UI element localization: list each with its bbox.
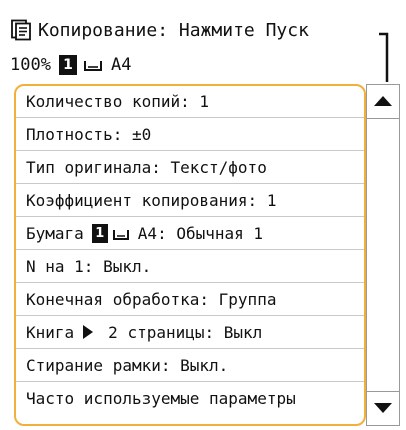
list-item-book[interactable]: Книга 2 страницы: Выкл <box>16 316 364 349</box>
triangle-down-icon <box>373 399 393 418</box>
list-item-label: N на 1: Выкл. <box>26 256 152 276</box>
paper-tray-icon <box>83 57 103 73</box>
list-item-label: Стирание рамки: Выкл. <box>26 355 229 375</box>
zoom-value: 100% <box>10 55 51 75</box>
list-item-label: Часто используемые параметры <box>26 389 296 408</box>
copy-document-icon <box>10 19 32 41</box>
list-item-label: Коэффициент копирования: 1 <box>26 190 277 210</box>
list-item-label: Бумага <box>26 223 84 243</box>
list-item-copy-ratio[interactable]: Коэффициент копирования: 1 <box>16 184 364 217</box>
list-item-original-type[interactable]: Тип оригинала: Текст/фото <box>16 151 364 184</box>
list-item-value: 2 страницы: Выкл <box>108 322 263 342</box>
arrow-right-icon <box>82 324 94 340</box>
paper-tray-badge: 1 <box>91 223 108 243</box>
paper-size: A4 <box>110 55 132 75</box>
list-item-label: Книга <box>26 322 75 342</box>
list-scrollbar[interactable] <box>366 84 400 426</box>
list-item-n-on-1[interactable]: N на 1: Выкл. <box>16 250 364 283</box>
list-item-favorite-settings[interactable]: Часто используемые параметры <box>16 382 364 415</box>
paper-tray-icon <box>112 226 130 240</box>
header-bracket-decoration <box>379 32 389 82</box>
list-item-density[interactable]: Плотность: ±0 <box>16 118 364 151</box>
header-title: Копирование: Нажмите Пуск <box>38 19 309 41</box>
list-item-label: Плотность: ±0 <box>26 124 152 144</box>
paper-tray-badge: 1 <box>58 55 77 75</box>
list-item-paper[interactable]: Бумага 1 A4: Обычная 1 <box>16 217 364 250</box>
list-item-label: Тип оригинала: Текст/фото <box>26 157 267 177</box>
header-settings-row: 100% 1 A4 <box>10 52 131 78</box>
list-item-finishing[interactable]: Конечная обработка: Группа <box>16 283 364 316</box>
header-title-row: Копирование: Нажмите Пуск <box>10 14 309 46</box>
list-item-value: A4: Обычная 1 <box>137 223 264 243</box>
scroll-down-button[interactable] <box>367 391 399 425</box>
copy-settings-list: Количество копий: 1 Плотность: ±0 Тип ор… <box>14 84 366 426</box>
scroll-up-button[interactable] <box>367 85 399 119</box>
list-item-erase-frame[interactable]: Стирание рамки: Выкл. <box>16 349 364 382</box>
list-item-label: Конечная обработка: Группа <box>26 289 277 309</box>
triangle-up-icon <box>373 92 393 111</box>
status-header: Копирование: Нажмите Пуск 100% 1 A4 <box>10 14 395 82</box>
list-item-copies[interactable]: Количество копий: 1 <box>16 86 364 118</box>
list-item-label: Количество копий: 1 <box>26 92 210 111</box>
